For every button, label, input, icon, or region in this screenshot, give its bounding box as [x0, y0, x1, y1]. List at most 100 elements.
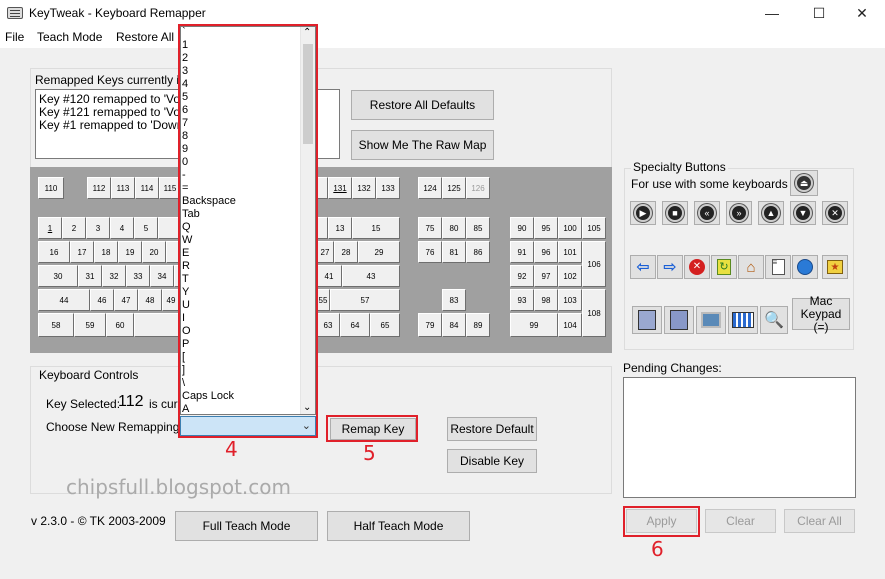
clear-all-button[interactable]: Clear All — [784, 509, 855, 533]
key[interactable]: 20 — [142, 241, 166, 263]
full-teach-mode-button[interactable]: Full Teach Mode — [175, 511, 318, 541]
key[interactable]: 126 — [466, 177, 490, 199]
key[interactable]: 80 — [442, 217, 466, 239]
key[interactable]: 92 — [510, 265, 534, 287]
mail-button[interactable] — [632, 306, 662, 334]
restore-all-defaults-button[interactable]: Restore All Defaults — [351, 90, 494, 120]
key[interactable]: 98 — [534, 289, 558, 311]
menu-file[interactable]: File — [5, 30, 24, 44]
clear-button[interactable]: Clear — [705, 509, 776, 533]
key[interactable]: 79 — [418, 313, 442, 337]
key[interactable]: 112 — [87, 177, 111, 199]
key[interactable]: 28 — [334, 241, 358, 263]
stop-button[interactable]: ■ — [662, 201, 688, 225]
key[interactable]: 55 — [316, 289, 330, 311]
key[interactable]: 86 — [466, 241, 490, 263]
key[interactable]: 99 — [510, 313, 558, 337]
key[interactable]: 106 — [582, 241, 606, 287]
key[interactable]: 33 — [126, 265, 150, 287]
close-button[interactable]: ✕ — [839, 0, 885, 27]
mute-button[interactable]: ✕ — [822, 201, 848, 225]
key[interactable]: 76 — [418, 241, 442, 263]
key[interactable]: 83 — [442, 289, 466, 311]
key[interactable]: 2 — [62, 217, 86, 239]
calculator-button[interactable] — [728, 306, 758, 334]
refresh-button[interactable]: ↻ — [711, 255, 737, 279]
key[interactable]: 1 — [38, 217, 62, 239]
key[interactable]: 63 — [316, 313, 340, 337]
key[interactable]: 41 — [316, 265, 342, 287]
pending-changes-list[interactable] — [623, 377, 856, 498]
key[interactable]: 64 — [340, 313, 370, 337]
my-computer-button[interactable] — [696, 306, 726, 334]
key[interactable]: 29 — [358, 241, 400, 263]
key[interactable]: 89 — [466, 313, 490, 337]
key[interactable]: 18 — [94, 241, 118, 263]
mac-keypad-button[interactable]: Mac Keypad (=) — [792, 294, 850, 333]
key[interactable]: 43 — [342, 265, 400, 287]
key[interactable]: 75 — [418, 217, 442, 239]
key[interactable]: 13 — [328, 217, 352, 239]
media-button[interactable] — [664, 306, 694, 334]
key[interactable]: 3 — [86, 217, 110, 239]
key[interactable]: 90 — [510, 217, 534, 239]
key[interactable]: 105 — [582, 217, 606, 239]
key[interactable]: 16 — [38, 241, 70, 263]
key[interactable]: 27 — [316, 241, 334, 263]
key[interactable]: 58 — [38, 313, 74, 337]
browser-back-button[interactable]: ⇦ — [630, 255, 656, 279]
key[interactable]: 57 — [330, 289, 400, 311]
key[interactable]: 60 — [106, 313, 134, 337]
key[interactable]: 4 — [110, 217, 134, 239]
key[interactable]: 95 — [534, 217, 558, 239]
key[interactable]: 114 — [135, 177, 159, 199]
key[interactable]: 93 — [510, 289, 534, 311]
eject-button[interactable]: ⏏ — [790, 170, 818, 196]
key[interactable]: 124 — [418, 177, 442, 199]
key[interactable]: 100 — [558, 217, 582, 239]
key[interactable]: 113 — [111, 177, 135, 199]
key[interactable]: 131 — [328, 177, 352, 199]
key[interactable]: 102 — [558, 265, 582, 287]
menu-teach-mode[interactable]: Teach Mode — [37, 30, 102, 44]
key[interactable]: 91 — [510, 241, 534, 263]
key[interactable]: 44 — [38, 289, 90, 311]
key[interactable] — [158, 217, 180, 239]
key[interactable]: 34 — [150, 265, 174, 287]
key[interactable]: 85 — [466, 217, 490, 239]
key[interactable]: 101 — [558, 241, 582, 263]
show-raw-map-button[interactable]: Show Me The Raw Map — [351, 130, 494, 160]
key[interactable]: 59 — [74, 313, 106, 337]
spacebar-key[interactable] — [134, 313, 180, 337]
fast-forward-button[interactable]: » — [726, 201, 752, 225]
key[interactable]: 104 — [558, 313, 582, 337]
volume-down-button[interactable]: ▼ — [790, 201, 816, 225]
disable-key-button[interactable]: Disable Key — [447, 449, 537, 473]
key[interactable]: 46 — [90, 289, 114, 311]
key[interactable]: 30 — [38, 265, 78, 287]
favorites-button[interactable] — [792, 255, 818, 279]
half-teach-mode-button[interactable]: Half Teach Mode — [327, 511, 470, 541]
key[interactable]: 5 — [134, 217, 158, 239]
browser-stop-button[interactable]: ✕ — [684, 255, 710, 279]
home-button[interactable]: ⌂ — [738, 255, 764, 279]
play-button[interactable]: ▶ — [630, 201, 656, 225]
browser-forward-button[interactable]: ⇨ — [657, 255, 683, 279]
restore-default-button[interactable]: Restore Default — [447, 417, 537, 441]
menu-restore-all-defaults[interactable]: Restore All D — [116, 30, 186, 44]
key[interactable]: 17 — [70, 241, 94, 263]
minimize-button[interactable]: — — [749, 0, 795, 27]
rewind-button[interactable]: « — [694, 201, 720, 225]
key[interactable]: 65 — [370, 313, 400, 337]
volume-up-button[interactable]: ▲ — [758, 201, 784, 225]
key[interactable]: 97 — [534, 265, 558, 287]
key[interactable]: 47 — [114, 289, 138, 311]
key[interactable]: 133 — [376, 177, 400, 199]
key[interactable]: 15 — [352, 217, 400, 239]
key[interactable]: 110 — [38, 177, 64, 199]
key[interactable]: 48 — [138, 289, 162, 311]
key[interactable]: 81 — [442, 241, 466, 263]
maximize-button[interactable]: ☐ — [796, 0, 842, 27]
key[interactable]: 31 — [78, 265, 102, 287]
key[interactable]: 108 — [582, 289, 606, 337]
